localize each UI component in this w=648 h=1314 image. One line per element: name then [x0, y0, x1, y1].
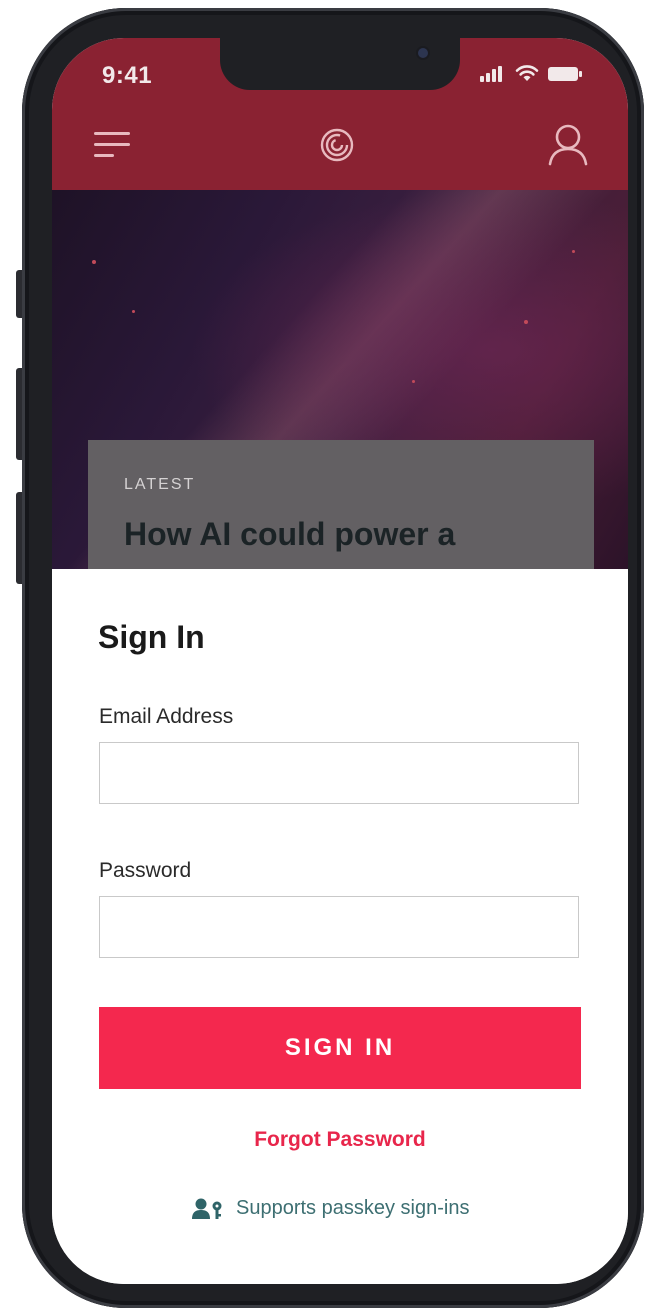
user-profile-icon[interactable]: [548, 124, 588, 166]
article-card[interactable]: LATEST How AI could power a: [88, 440, 594, 590]
sign-in-button[interactable]: SIGN IN: [99, 1007, 581, 1089]
silent-switch: [16, 270, 22, 318]
sign-in-title: Sign In: [98, 619, 205, 655]
hero-image[interactable]: LATEST How AI could power a: [52, 190, 628, 590]
article-kicker: LATEST: [124, 476, 196, 493]
email-label: Email Address: [99, 705, 234, 728]
hero-speck: [132, 310, 135, 313]
screen: 9:41 LATEST How AI could power a Sign In…: [52, 38, 628, 1284]
email-field[interactable]: [99, 742, 579, 804]
wifi-icon: [515, 65, 539, 81]
phone-frame: 9:41 LATEST How AI could power a Sign In…: [0, 0, 648, 1314]
status-time: 9:41: [102, 62, 153, 89]
password-label: Password: [99, 859, 192, 882]
passkey-info: Supports passkey sign-ins: [192, 1197, 469, 1220]
hero-speck: [92, 260, 96, 264]
hamburger-menu-icon[interactable]: [94, 130, 130, 160]
volume-down-button: [16, 492, 22, 584]
cellular-signal-icon: [480, 65, 502, 82]
passkey-label: Supports passkey sign-ins: [236, 1197, 470, 1219]
user-key-icon: [192, 1198, 222, 1219]
battery-icon: [548, 66, 582, 81]
app-header: 9:41: [52, 38, 628, 190]
hero-speck: [572, 250, 575, 253]
sign-in-sheet: Sign In Email Address Password SIGN IN F…: [52, 569, 628, 1284]
forgot-password-link[interactable]: Forgot Password: [52, 1128, 628, 1152]
status-icons: [480, 65, 582, 82]
volume-up-button: [16, 368, 22, 460]
hero-speck: [412, 380, 415, 383]
password-field[interactable]: [99, 896, 579, 958]
article-headline[interactable]: How AI could power a: [124, 514, 564, 554]
spiral-logo-icon[interactable]: [320, 128, 354, 162]
front-camera: [418, 48, 428, 58]
hero-speck: [524, 320, 528, 324]
notch: [220, 38, 460, 90]
